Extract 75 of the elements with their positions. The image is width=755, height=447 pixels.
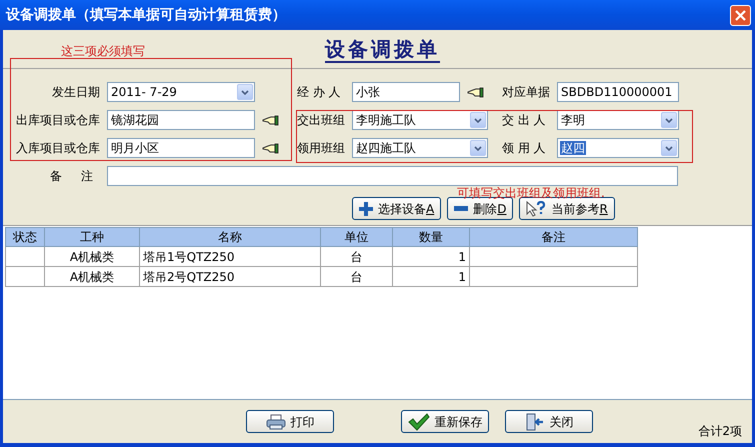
field-value: 李明 bbox=[560, 113, 586, 127]
field-label: 发生日期 bbox=[51, 84, 100, 101]
field-value: SBDBD110000001 bbox=[560, 85, 674, 99]
table-cell: 台 bbox=[320, 266, 392, 286]
field-label: 经 办 人 bbox=[297, 84, 342, 101]
table-cell: A机械类 bbox=[44, 246, 140, 266]
table-cell: 塔吊2号QTZ250 bbox=[140, 266, 320, 286]
input-field[interactable]: 小张 bbox=[352, 82, 460, 102]
field-value: 2011- 7-29 bbox=[110, 85, 178, 99]
dropdown-button[interactable] bbox=[470, 112, 486, 128]
combo-box[interactable]: 李明施工队 bbox=[352, 110, 488, 130]
caret-icon bbox=[241, 90, 249, 94]
field-value: 李明施工队 bbox=[355, 113, 417, 127]
field-value: 小张 bbox=[355, 85, 381, 99]
field-label: 出库项目或仓库 bbox=[15, 112, 100, 129]
column-header: 名称 bbox=[140, 228, 320, 246]
combo-box[interactable]: 赵四 bbox=[557, 138, 679, 158]
field-label: 备 注 bbox=[49, 168, 94, 185]
input-field[interactable]: 明月小区 bbox=[107, 138, 255, 158]
caret-icon bbox=[474, 146, 482, 150]
table-cell: 1 bbox=[392, 266, 470, 286]
pointing-hand-icon[interactable] bbox=[262, 114, 279, 126]
column-header: 数量 bbox=[392, 228, 470, 246]
field-value: 明月小区 bbox=[110, 141, 160, 155]
caret-icon bbox=[665, 118, 673, 122]
table-cell bbox=[6, 266, 44, 286]
pointer-question-icon bbox=[526, 200, 546, 216]
table-cell: 1 bbox=[392, 246, 470, 266]
table-cell: 塔吊1号QTZ250 bbox=[140, 246, 320, 266]
print-button[interactable]: 打印 bbox=[246, 410, 334, 433]
combo-box[interactable]: 李明 bbox=[557, 110, 679, 130]
window-title: 设备调拨单（填写本单据可自动计算租赁费） bbox=[6, 6, 286, 24]
dropdown-button[interactable] bbox=[661, 140, 677, 156]
input-field[interactable]: SBDBD110000001 bbox=[557, 82, 679, 102]
field-label: 对应单据 bbox=[502, 84, 550, 101]
minus-icon bbox=[454, 206, 468, 212]
form-heading: 设备调拨单 bbox=[325, 37, 440, 63]
field-label: 领用班组 bbox=[297, 140, 345, 157]
dropdown-button[interactable] bbox=[661, 112, 677, 128]
pointing-hand-icon[interactable] bbox=[262, 142, 279, 154]
field-value: 赵四 bbox=[560, 141, 586, 155]
save-button[interactable]: 重新保存 bbox=[401, 410, 489, 433]
table-cell: 台 bbox=[320, 246, 392, 266]
column-header: 工种 bbox=[44, 228, 140, 246]
annotation-note: 这三项必须填写 bbox=[61, 43, 145, 60]
total-count: 合计2项 bbox=[698, 423, 742, 440]
table-cell bbox=[6, 246, 44, 266]
column-header: 备注 bbox=[470, 228, 638, 246]
checkmark-icon bbox=[408, 412, 430, 430]
close-icon bbox=[735, 10, 746, 20]
close-button[interactable]: 关闭 bbox=[505, 410, 593, 433]
column-header: 单位 bbox=[320, 228, 392, 246]
column-header: 状态 bbox=[6, 228, 44, 246]
caret-icon bbox=[665, 146, 673, 150]
pointing-hand-icon[interactable] bbox=[467, 86, 484, 98]
table-cell: A机械类 bbox=[44, 266, 140, 286]
printer-icon bbox=[266, 414, 286, 430]
remark-field[interactable] bbox=[107, 166, 678, 186]
field-label: 交出班组 bbox=[297, 112, 345, 129]
field-value: 镜湖花园 bbox=[110, 113, 160, 127]
combo-box[interactable]: 2011- 7-29 bbox=[107, 82, 255, 102]
add-button[interactable]: 选择设备A bbox=[352, 197, 442, 220]
field-label: 领 用 人 bbox=[502, 140, 547, 157]
exit-door-icon bbox=[524, 412, 544, 430]
caret-icon bbox=[474, 118, 482, 122]
combo-box[interactable]: 赵四施工队 bbox=[352, 138, 488, 158]
dropdown-button[interactable] bbox=[237, 84, 253, 100]
field-value: 赵四施工队 bbox=[355, 141, 417, 155]
field-label: 交 出 人 bbox=[502, 112, 547, 129]
close-button[interactable] bbox=[730, 4, 751, 26]
annotation-note: 可填写交出班组及领用班组. bbox=[457, 187, 605, 199]
dropdown-button[interactable] bbox=[470, 140, 486, 156]
plus-icon bbox=[359, 202, 373, 216]
field-label: 入库项目或仓库 bbox=[15, 140, 100, 157]
input-field[interactable]: 镜湖花园 bbox=[107, 110, 255, 130]
